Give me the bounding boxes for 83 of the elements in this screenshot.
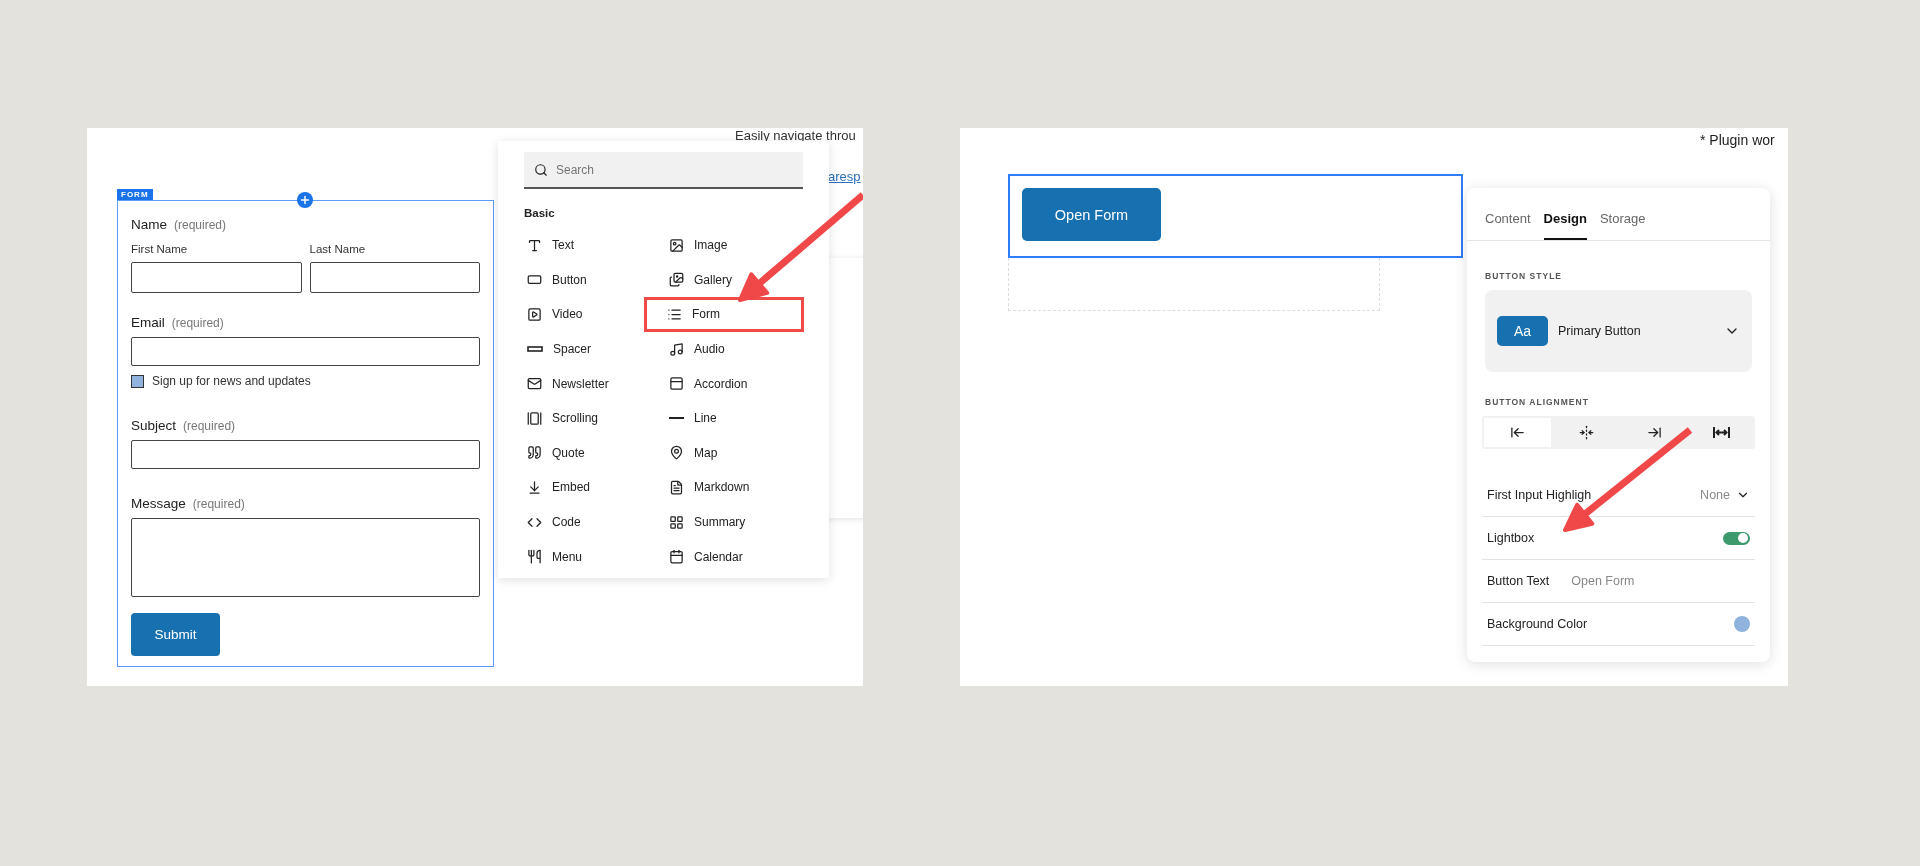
setting-label: Button Text <box>1487 574 1550 588</box>
search-icon <box>534 163 548 177</box>
align-center-icon <box>1579 425 1595 440</box>
tab[interactable]: Storage <box>1599 211 1646 240</box>
section-heading: BUTTON STYLE <box>1485 271 1563 281</box>
block-item[interactable]: Embed <box>524 470 666 505</box>
grid-icon <box>669 514 684 530</box>
block-item[interactable]: Menu <box>524 539 666 574</box>
add-button[interactable] <box>297 192 313 208</box>
color-swatch[interactable] <box>1734 616 1750 632</box>
field-sublabel: Last Name <box>309 243 367 255</box>
block-item[interactable]: Quote <box>524 435 666 471</box>
checkbox[interactable] <box>131 374 144 388</box>
block-item[interactable]: Calendar <box>666 539 808 574</box>
field-label: Subject (required) <box>131 418 237 433</box>
setting-label: Lightbox <box>1487 531 1535 545</box>
page-link[interactable]: aresp <box>828 169 861 184</box>
music-icon <box>669 341 684 357</box>
field-label: Message (required) <box>131 496 246 511</box>
textarea-field[interactable] <box>131 518 480 597</box>
block-item[interactable]: Form <box>644 297 804 332</box>
align-left-icon <box>1510 425 1526 440</box>
input-field[interactable] <box>131 440 480 469</box>
search-field[interactable]: Search <box>524 152 803 189</box>
block-item[interactable]: Line <box>666 400 808 436</box>
map-pin-icon <box>669 445 684 461</box>
open-form-button[interactable]: Open Form <box>1022 188 1161 241</box>
pictures-icon <box>669 272 684 288</box>
submit-button[interactable]: Submit <box>131 613 220 656</box>
style-select[interactable]: Aa Primary Button <box>1485 290 1752 372</box>
panel-icon <box>669 376 684 392</box>
page-text: * Plugin wor <box>1700 132 1775 148</box>
block-item[interactable]: Button <box>524 262 666 298</box>
align-right-icon <box>1646 425 1662 440</box>
section-heading: Basic <box>524 207 556 219</box>
block-item[interactable]: Accordion <box>666 366 808 401</box>
block-item[interactable]: Newsletter <box>524 366 666 401</box>
block-item[interactable]: Spacer <box>524 331 666 367</box>
calendar-icon <box>669 549 684 565</box>
form-block[interactable]: Name (required) First Name Last Name Email (required) Sign up for news and updates Subject (required) Message (required) Submit <box>117 200 494 667</box>
picture-icon <box>669 237 684 253</box>
list-icon <box>667 307 682 322</box>
play-icon <box>527 307 542 322</box>
select-value[interactable]: None <box>1700 488 1730 502</box>
block-item[interactable]: Gallery <box>666 262 808 298</box>
field-label: Email (required) <box>131 315 225 330</box>
block-item[interactable]: Map <box>666 435 808 471</box>
line-icon <box>669 417 684 420</box>
checkbox-label: Sign up for news and updates <box>152 374 311 388</box>
align-stretch-icon <box>1712 425 1730 440</box>
document-icon <box>669 479 684 495</box>
setting-label: Background Color <box>1487 617 1588 631</box>
slides-icon <box>527 410 542 426</box>
field-sublabel: First Name <box>131 243 189 255</box>
field-label: Name (required) <box>131 217 228 232</box>
envelope-icon <box>527 376 542 392</box>
block-item[interactable]: Markdown <box>666 470 808 505</box>
plus-icon <box>299 194 311 206</box>
block-tag: FORM <box>117 189 153 200</box>
section-heading: BUTTON ALIGNMENT <box>1485 397 1590 407</box>
block-item[interactable]: Audio <box>666 331 808 367</box>
fork-knife-icon <box>527 549 542 565</box>
bar-icon <box>527 346 543 353</box>
style-badge: Aa <box>1497 316 1548 346</box>
button-block[interactable]: Open Form <box>1008 174 1463 258</box>
input-field[interactable] <box>309 262 480 293</box>
block-item[interactable]: Code <box>524 504 666 540</box>
block-item[interactable]: Text <box>524 228 666 263</box>
tab[interactable]: Design <box>1543 211 1587 240</box>
input-field[interactable] <box>131 262 302 293</box>
letter-t-icon <box>527 237 542 253</box>
text-value[interactable]: Open Form <box>1571 574 1635 588</box>
quote-icon <box>527 445 542 461</box>
block-item[interactable]: Scrolling <box>524 400 666 436</box>
block-item[interactable]: Image <box>666 228 808 263</box>
download-icon <box>527 479 542 495</box>
toggle-switch[interactable] <box>1723 531 1750 545</box>
style-value: Primary Button <box>1558 324 1642 338</box>
block-item[interactable]: Summary <box>666 504 808 540</box>
setting-label: First Input Highligh <box>1487 488 1592 502</box>
tab[interactable]: Content <box>1485 211 1531 240</box>
page-text: Easily navigate throu <box>735 128 856 143</box>
input-field[interactable] <box>131 337 480 366</box>
